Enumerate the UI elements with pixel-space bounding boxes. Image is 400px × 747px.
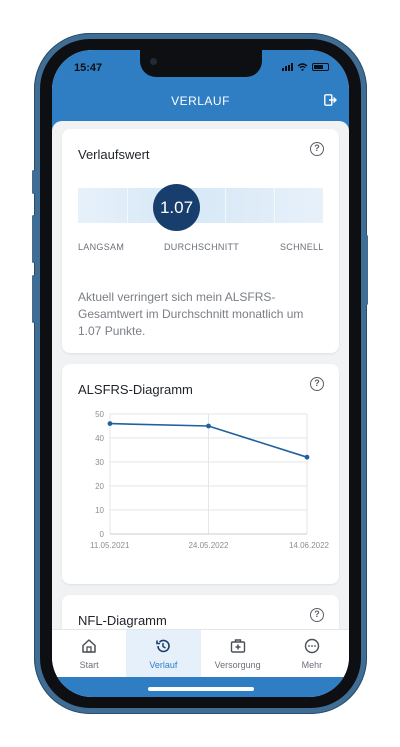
rate-value-bubble: 1.07 [153, 184, 200, 231]
home-indicator [148, 687, 254, 691]
help-icon[interactable]: ? [310, 608, 324, 622]
x-tick-label: 14.06.2022 [289, 541, 330, 550]
y-tick-label: 20 [95, 482, 104, 491]
y-tick-label: 30 [95, 458, 104, 467]
status-icons [282, 63, 329, 71]
nav-item-start[interactable]: Start [52, 630, 126, 677]
nav-label: Start [79, 660, 99, 670]
nav-item-verlauf[interactable]: Verlauf [126, 630, 201, 677]
scale-label-average: DURCHSCHNITT [164, 242, 240, 252]
app-screen: 15:47 VERLAUF Verlaufswert ? 1.07 LANGSA… [52, 50, 349, 697]
side-button [32, 170, 35, 194]
battery-icon [312, 63, 329, 71]
nav-item-mehr[interactable]: Mehr [275, 630, 349, 677]
data-point [206, 423, 211, 429]
y-tick-label: 40 [95, 434, 104, 443]
data-point [304, 454, 310, 460]
side-button [32, 275, 35, 323]
y-tick-label: 0 [100, 530, 105, 539]
scale-label-fast: SCHNELL [280, 242, 324, 252]
app-header: 15:47 VERLAUF [52, 50, 349, 115]
help-icon[interactable]: ? [310, 377, 324, 391]
medical-kit-icon [230, 639, 245, 653]
notch [140, 50, 262, 77]
nav-label: Verlauf [149, 660, 178, 670]
nav-item-versorgung[interactable]: Versorgung [201, 630, 275, 677]
alsfrs-card-title: ALSFRS-Diagramm [78, 382, 193, 397]
nav-label: Versorgung [214, 660, 261, 670]
content-area: Verlaufswert ? 1.07 LANGSAM DURCHSCHNITT… [52, 115, 349, 655]
logout-icon[interactable] [324, 94, 337, 106]
scale-label-slow: LANGSAM [78, 242, 125, 252]
alsfrs-line-chart: 0 10 20 30 40 50 11.05.2021 24.05.2022 14.06.202… [90, 410, 330, 550]
nfl-card-title: NFL-Diagramm [78, 613, 167, 628]
y-tick-label: 50 [95, 410, 104, 419]
x-tick-label: 11.05.2021 [90, 541, 130, 550]
x-tick-label: 24.05.2022 [188, 541, 229, 550]
home-icon [82, 639, 96, 653]
help-icon[interactable]: ? [310, 142, 324, 156]
nav-label: Mehr [301, 660, 323, 670]
camera-icon [150, 58, 157, 65]
rate-scale: 1.07 [78, 184, 323, 231]
history-icon [156, 639, 171, 653]
rate-card-title: Verlaufswert [78, 147, 150, 162]
more-icon [304, 638, 320, 654]
signal-icon [282, 63, 293, 71]
alsfrs-card: ALSFRS-Diagramm ? 0 10 20 30 40 50 11.05.2021 2… [62, 364, 339, 584]
data-point [107, 421, 113, 426]
bottom-nav: Start Verlauf Versorgung Mehr [52, 629, 349, 677]
side-button [32, 215, 35, 263]
wifi-icon [297, 63, 308, 71]
y-tick-label: 10 [95, 506, 104, 515]
rate-card: Verlaufswert ? 1.07 LANGSAM DURCHSCHNITT… [62, 129, 339, 353]
rate-description: Aktuell verringert sich mein ALSFRS-Gesa… [78, 290, 304, 338]
status-time: 15:47 [74, 62, 103, 74]
page-title: VERLAUF [171, 94, 230, 108]
side-button [365, 235, 368, 305]
